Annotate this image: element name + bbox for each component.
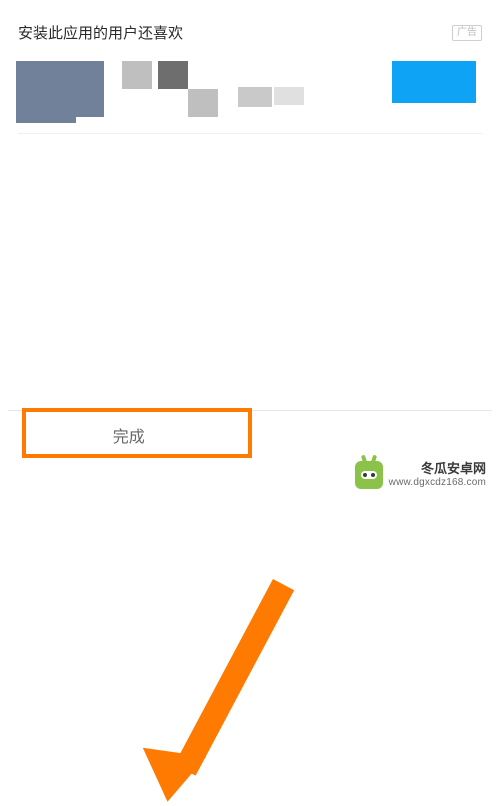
watermark: 冬瓜安卓网 www.dgxcdz168.com [8, 458, 492, 492]
app-thumbnail[interactable] [392, 61, 476, 103]
app-thumbnail[interactable] [188, 89, 218, 117]
app-thumbnail [16, 117, 76, 123]
app-thumbnail[interactable] [274, 87, 304, 105]
app-thumbnail[interactable] [122, 61, 152, 89]
app-thumbnail[interactable] [16, 61, 104, 117]
bottom-action-bar: 完成 [8, 410, 492, 458]
recommendations-header: 安装此应用的用户还喜欢 广告 [18, 22, 482, 43]
watermark-name: 冬瓜安卓网 [389, 462, 486, 476]
app-thumbnail[interactable] [238, 87, 272, 107]
recommendations-section: 安装此应用的用户还喜欢 广告 [8, 8, 492, 142]
secondary-button[interactable] [251, 411, 493, 458]
done-button[interactable]: 完成 [8, 411, 250, 458]
ad-badge: 广告 [452, 25, 482, 41]
android-logo-icon [355, 461, 383, 489]
app-thumbnail[interactable] [158, 61, 188, 89]
recommendations-title: 安装此应用的用户还喜欢 [18, 22, 183, 43]
app-thumbnails-row [18, 57, 482, 127]
watermark-url: www.dgxcdz168.com [389, 477, 486, 488]
divider [18, 133, 482, 134]
